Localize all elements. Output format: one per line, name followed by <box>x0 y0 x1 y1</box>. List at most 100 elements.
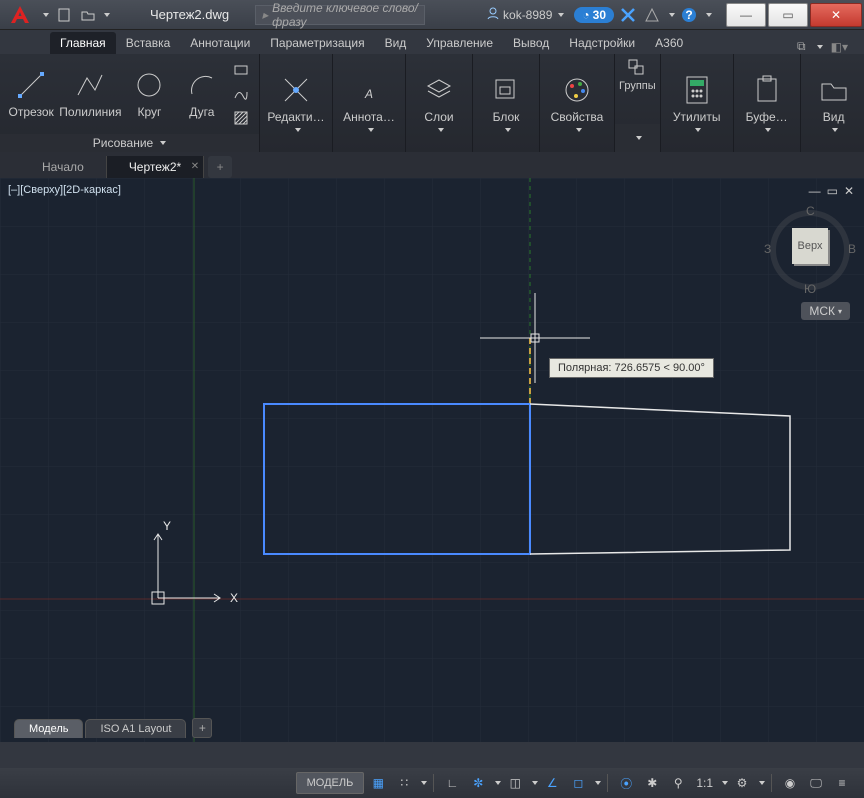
add-tab-button[interactable]: + <box>208 156 232 178</box>
drawing-canvas[interactable]: X Y [–][Сверху][2D-каркас] — ▭ ✕ Верх С … <box>0 178 864 742</box>
tab-addins[interactable]: Надстройки <box>559 32 645 54</box>
app-menu-caret[interactable] <box>43 13 49 17</box>
arc-label: Дуга <box>189 105 214 119</box>
gear-icon[interactable]: ⚙ <box>730 772 754 794</box>
user-icon <box>486 6 500 23</box>
vp-max-icon[interactable]: ▭ <box>827 184 838 198</box>
viewport-label[interactable]: [–][Сверху][2D-каркас] <box>8 184 121 196</box>
polar-icon[interactable]: ✼ <box>466 772 490 794</box>
grid-icon[interactable]: ▦ <box>366 772 390 794</box>
tab-home[interactable]: Главная <box>50 32 116 54</box>
tab-insert[interactable]: Вставка <box>116 32 181 54</box>
ws-icon[interactable]: ◉ <box>778 772 802 794</box>
space-toggle[interactable]: МОДЕЛЬ <box>296 772 365 794</box>
tab-drawing[interactable]: Чертеж2* ✕ <box>107 156 204 178</box>
iso-icon[interactable]: ◫ <box>503 772 527 794</box>
autodesk-caret[interactable] <box>669 13 675 17</box>
tab-close-icon[interactable]: ✕ <box>191 161 199 172</box>
viewcube[interactable]: Верх С Ю В З МСК▾ <box>770 206 850 316</box>
new-file-icon[interactable] <box>53 4 75 26</box>
modify-button[interactable]: Редакти… <box>268 70 324 136</box>
help-icon[interactable]: ? <box>679 5 699 25</box>
vp-close-icon[interactable]: ✕ <box>844 184 854 198</box>
hatch-icon[interactable] <box>231 108 251 128</box>
line-icon <box>15 69 47 101</box>
ribbon-caret[interactable] <box>817 45 823 49</box>
view-button[interactable]: Вид <box>809 70 859 136</box>
circle-button[interactable]: Круг <box>126 65 172 123</box>
panel-draw-label[interactable]: Рисование <box>0 134 259 152</box>
open-file-icon[interactable] <box>77 4 99 26</box>
polyline-button[interactable]: Полилиния <box>60 65 120 123</box>
exchange-icon[interactable] <box>618 5 638 25</box>
viewcube-south[interactable]: Ю <box>804 282 816 296</box>
autodesk-icon[interactable] <box>642 5 662 25</box>
user-menu[interactable]: kok-8989 <box>480 6 570 23</box>
lwt-icon[interactable]: ⦿ <box>614 772 638 794</box>
app-logo[interactable] <box>4 1 36 29</box>
maximize-button[interactable]: ▭ <box>768 3 808 27</box>
help-caret[interactable] <box>706 13 712 17</box>
add-sheet-button[interactable]: + <box>192 718 212 738</box>
clipboard-label: Буфе… <box>746 110 788 124</box>
circle-label: Круг <box>138 105 162 119</box>
ucs-badge[interactable]: МСК▾ <box>801 302 850 320</box>
tab-start[interactable]: Начало <box>20 156 107 178</box>
annotate-button[interactable]: A Аннота… <box>341 70 397 136</box>
monitor-icon[interactable]: 🖵 <box>804 772 828 794</box>
document-title: Чертеж2.dwg <box>150 7 229 22</box>
featured-apps-icon[interactable]: ⧉ <box>797 39 806 54</box>
sheet-tabs: Модель ISO A1 Layout + <box>14 718 212 738</box>
tab-output[interactable]: Вывод <box>503 32 559 54</box>
clipboard-button[interactable]: Буфе… <box>742 70 792 136</box>
polar-tooltip: Полярная: 726.6575 < 90.00° <box>549 358 714 378</box>
viewcube-face[interactable]: Верх <box>792 228 828 264</box>
clock-icon: ◔ <box>582 8 589 22</box>
block-button[interactable]: Блок <box>481 70 531 136</box>
tab-a360[interactable]: A360 <box>645 32 693 54</box>
scale-label[interactable]: 1:1 <box>692 772 717 794</box>
menu-icon[interactable]: ≡ <box>830 772 854 794</box>
ucs-y-label: Y <box>163 519 171 533</box>
status-bar: МОДЕЛЬ ▦ ∷ ∟ ✼ ◫ ∠ ◻ ⦿ ✱ ⚲ 1:1 ⚙ ◉ 🖵 ≡ <box>0 768 864 798</box>
group-icon[interactable] <box>627 58 647 78</box>
tab-annotate[interactable]: Аннотации <box>180 32 260 54</box>
spline-icon[interactable] <box>231 84 251 104</box>
viewcube-east[interactable]: В <box>848 242 856 256</box>
layers-button[interactable]: Слои <box>414 70 464 136</box>
viewcube-north[interactable]: С <box>806 204 815 218</box>
ribbon-tabs: Главная Вставка Аннотации Параметризация… <box>0 30 864 54</box>
trial-days: 30 <box>593 8 606 22</box>
sheet-layout[interactable]: ISO A1 Layout <box>85 719 186 738</box>
line-button[interactable]: Отрезок <box>8 65 54 123</box>
trial-badge[interactable]: ◔ 30 <box>574 7 614 23</box>
ortho-icon[interactable]: ∟ <box>440 772 464 794</box>
qat-caret[interactable] <box>104 13 110 17</box>
search-input[interactable]: ▸ Введите ключевое слово/фразу <box>255 5 425 25</box>
anno-icon[interactable]: ✱ <box>640 772 664 794</box>
anno2-icon[interactable]: ⚲ <box>666 772 690 794</box>
layers-icon <box>423 74 455 106</box>
polyline-icon <box>74 69 106 101</box>
rect-icon[interactable] <box>231 60 251 80</box>
title-bar: Чертеж2.dwg ▸ Введите ключевое слово/фра… <box>0 0 864 30</box>
line-label: Отрезок <box>9 105 54 119</box>
arc-button[interactable]: Дуга <box>179 65 225 123</box>
osnap-icon[interactable]: ◻ <box>566 772 590 794</box>
viewcube-west[interactable]: З <box>764 242 771 256</box>
props-button[interactable]: Свойства <box>548 70 606 136</box>
otrack-icon[interactable]: ∠ <box>540 772 564 794</box>
tab-manage[interactable]: Управление <box>416 32 503 54</box>
vp-min-icon[interactable]: — <box>809 184 821 198</box>
utils-button[interactable]: Утилиты <box>669 70 725 136</box>
arc-icon <box>186 69 218 101</box>
tab-parametric[interactable]: Параметризация <box>260 32 374 54</box>
close-button[interactable]: ✕ <box>810 3 862 27</box>
sheet-model[interactable]: Модель <box>14 719 83 738</box>
ribbon-min-icon[interactable]: ◧▾ <box>831 40 848 54</box>
snap-caret[interactable] <box>421 781 427 785</box>
minimize-button[interactable]: — <box>726 3 766 27</box>
palette-icon <box>561 74 593 106</box>
tab-view[interactable]: Вид <box>375 32 417 54</box>
snap-icon[interactable]: ∷ <box>392 772 416 794</box>
